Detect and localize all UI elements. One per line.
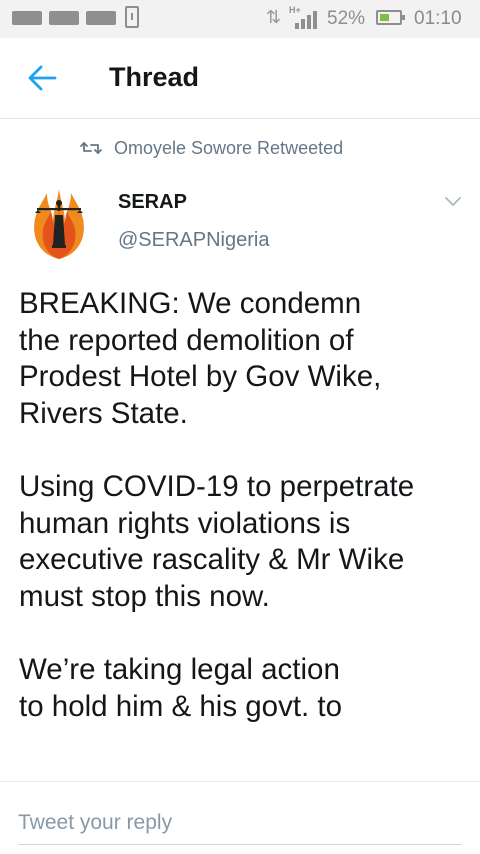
back-button[interactable] <box>22 60 62 96</box>
status-bar: ⇅ H+ 52% 01:10 <box>0 0 480 38</box>
tweet-menu-button[interactable] <box>442 193 464 209</box>
network-type-label: H+ <box>289 5 301 15</box>
thread-header: Thread <box>0 38 480 119</box>
author-name[interactable]: SERAP <box>118 191 187 214</box>
notification-icon <box>12 11 42 25</box>
battery-icon <box>376 10 405 25</box>
battery-fill <box>380 14 389 21</box>
notification-icon <box>49 11 79 25</box>
battery-percent: 52% <box>327 8 366 29</box>
tweet-paragraph: We’re taking legal action to hold him & … <box>19 653 343 723</box>
tweet-paragraph: Using COVID-19 to perpetrate human right… <box>19 470 415 613</box>
back-arrow-icon <box>28 65 57 91</box>
avatar[interactable] <box>19 181 99 261</box>
retweet-icon <box>80 142 102 154</box>
chevron-down-icon <box>445 197 461 206</box>
thread-screen: ⇅ H+ 52% 01:10 Thread Omoyele Sowore Ret… <box>0 0 480 854</box>
clock: 01:10 <box>414 8 462 29</box>
notification-icon <box>86 11 116 25</box>
reply-bar <box>0 781 480 854</box>
data-transfer-icon: ⇅ <box>266 7 281 27</box>
phone-storage-icon <box>125 6 139 28</box>
retweeted-by-label: Omoyele Sowore Retweeted <box>114 138 344 158</box>
signal-strength-icon: H+ <box>289 5 319 31</box>
author-handle[interactable]: @SERAPNigeria <box>118 229 269 252</box>
tweet-paragraph: BREAKING: We condemn the reported demoli… <box>19 287 382 430</box>
tweet-text: BREAKING: We condemn the reported demoli… <box>19 286 464 762</box>
reply-input[interactable] <box>18 802 462 845</box>
page-title: Thread <box>109 62 200 92</box>
serap-logo-avatar <box>19 181 99 261</box>
